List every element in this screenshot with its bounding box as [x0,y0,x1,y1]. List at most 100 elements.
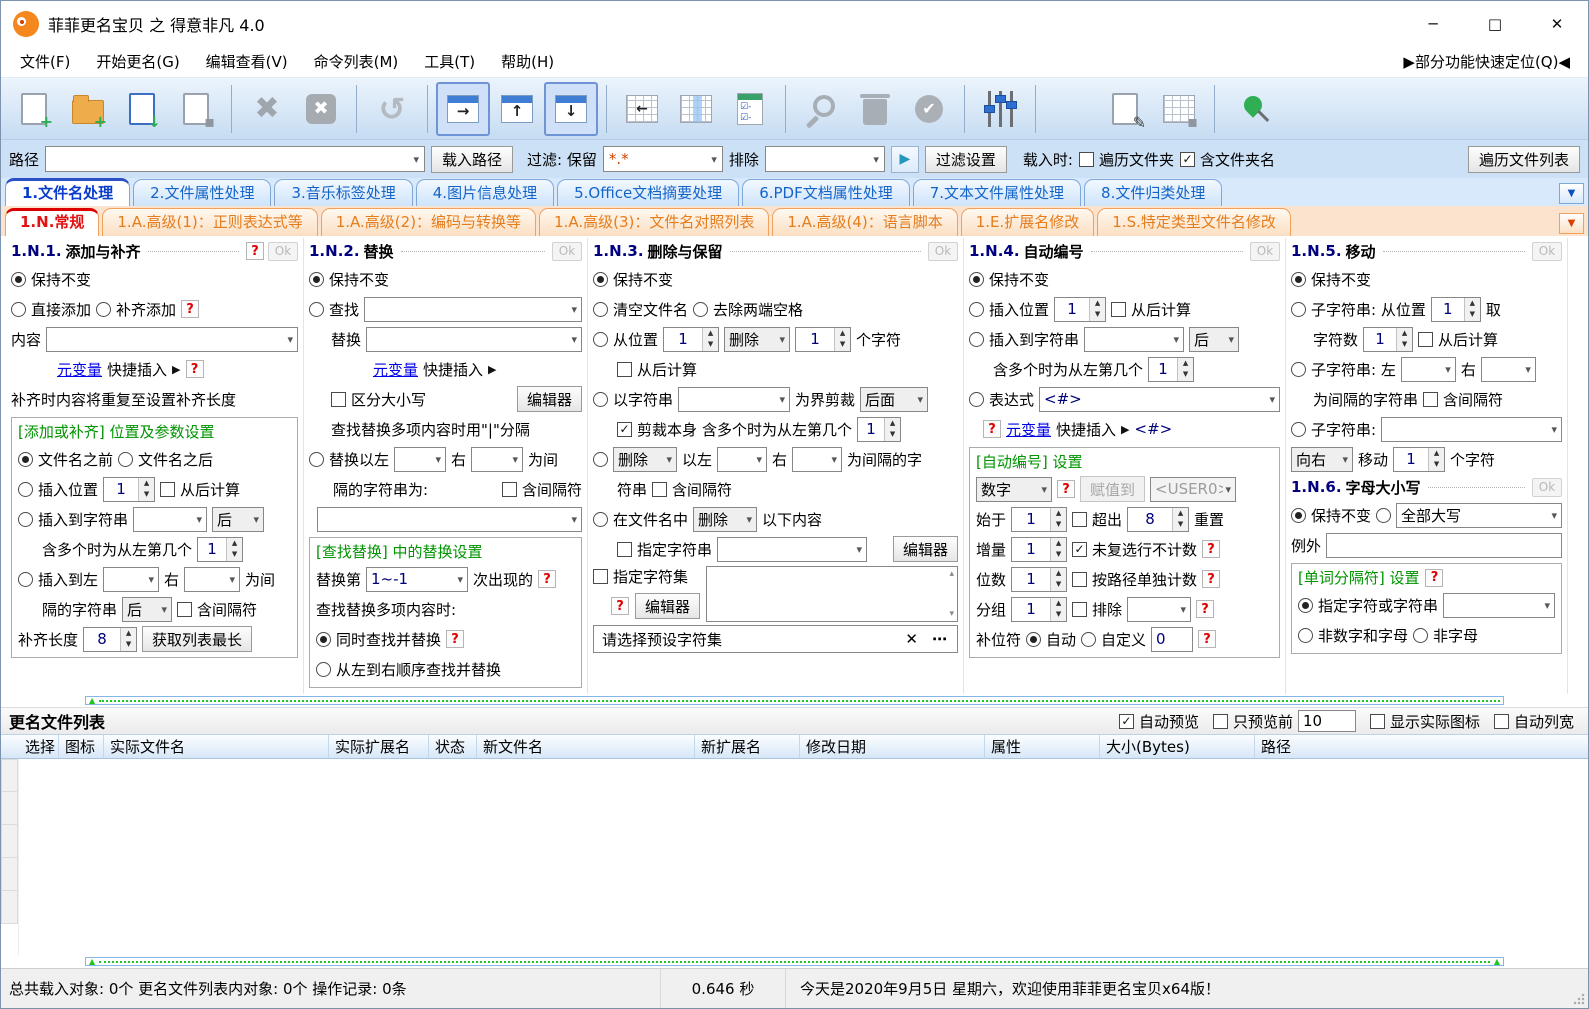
pin-icon[interactable] [1223,82,1277,136]
action-button[interactable]: 获取列表最长 [142,626,253,652]
spin-up-icon[interactable]: ▲ [139,478,154,490]
scroll-down-icon[interactable]: ▾ [949,609,954,619]
radio-option[interactable]: 插入到左 [18,569,98,590]
dropdown[interactable]: 删除 ▾ [724,326,791,352]
menu-item[interactable]: 帮助(H) [488,47,567,76]
radio-option[interactable]: 补齐添加 [96,299,176,320]
text-input[interactable] [1326,532,1562,558]
column-header[interactable]: 图标 [59,735,104,758]
menu-item[interactable]: 文件(F) [7,47,83,76]
radio-option[interactable]: 非字母 [1413,625,1478,646]
action-button[interactable]: 赋值到 [1080,476,1146,502]
spinner[interactable]: 1 ▲ ▼ [197,536,244,562]
spinner-arrows[interactable]: ▲ ▼ [834,327,851,351]
dropdown[interactable]: 删除 ▾ [693,506,758,532]
spinner-arrows[interactable]: ▲ ▼ [1050,537,1067,561]
radio-option[interactable]: 子字符串: 从位置 [1291,299,1426,320]
radio-option[interactable]: 自动 [1026,629,1076,650]
dropdown[interactable]: ▾ [103,566,160,592]
spinner-arrows[interactable]: ▲ ▼ [1428,447,1445,471]
charset-textarea[interactable]: ▴ ▾ [706,566,958,622]
radio-option[interactable]: 保持不变 [969,269,1049,290]
spin-down-icon[interactable]: ▼ [1429,459,1444,471]
preview-count-input[interactable]: 10 [1297,710,1356,732]
menu-item[interactable]: 命令列表(M) [301,47,412,76]
radio-option[interactable]: 文件名之前 [18,449,113,470]
spinner-arrows[interactable]: ▲ ▼ [226,537,243,561]
dropdown[interactable]: ▾ [364,296,582,322]
column-header[interactable]: 实际文件名 [104,735,329,758]
delete-files-icon[interactable] [848,82,902,136]
radio-option[interactable]: 替换以左 [309,449,389,470]
checkbox-option[interactable]: 区分大小写 [331,389,426,410]
spinner[interactable]: 8 ▲ ▼ [83,626,138,652]
checkbox-option[interactable]: 含间隔符 [652,479,732,500]
preview-first-checkbox[interactable]: 只预览前 [1212,711,1293,732]
add-folder-icon[interactable]: + [61,82,115,136]
spin-up-icon[interactable]: ▲ [703,328,718,340]
walk-folders-checkbox[interactable]: 遍历文件夹 [1078,149,1174,170]
spin-down-icon[interactable]: ▼ [703,339,718,351]
spinner[interactable]: 1 ▲ ▼ [1363,326,1414,352]
checkbox-option[interactable]: 从后计算 [1111,299,1191,320]
radio-option[interactable]: 从左到右顺序查找并替换 [316,659,501,680]
ok-button[interactable]: Ok [552,241,582,261]
spinner[interactable]: 1 ▲ ▼ [1393,446,1446,472]
radio-option[interactable]: 自定义 [1081,629,1146,650]
checkbox-option[interactable]: 指定字符串 [617,539,712,560]
dropdown[interactable]: ▾ [184,566,241,592]
tab-4[interactable]: 1.A.高级(3)：文件名对照列表 [539,208,770,236]
spin-up-icon[interactable]: ▲ [1465,298,1480,310]
spinner[interactable]: 1 ▲ ▼ [1011,506,1068,532]
tab-3[interactable]: 3.音乐标签处理 [274,179,413,206]
radio-option[interactable]: 保持不变 [1291,505,1371,526]
tab-2[interactable]: 2.文件属性处理 [133,179,272,206]
spin-up-icon[interactable]: ▲ [227,538,242,550]
close-button[interactable]: ✕ [1526,1,1588,46]
spin-down-icon[interactable]: ▼ [1465,309,1480,321]
rename-log-icon[interactable]: ✎ [1098,82,1152,136]
save-file-list-icon[interactable]: ▪ [169,82,223,136]
auto-preview-checkbox[interactable]: ✓ 自动预览 [1118,711,1199,732]
charset-checkbox[interactable]: 指定字符集 [593,566,700,587]
help-button[interactable]: ? [181,300,200,318]
spin-up-icon[interactable]: ▲ [1051,538,1066,550]
minimize-button[interactable]: ─ [1402,1,1464,46]
column-header[interactable]: 新扩展名 [695,735,800,758]
tab-2[interactable]: 1.A.高级(1)：正则表达式等 [102,208,318,236]
help-button[interactable]: ? [185,360,204,378]
radio-option[interactable]: 查找 [309,299,359,320]
column-header[interactable]: 实际扩展名 [329,735,429,758]
spinner[interactable]: 8 ▲ ▼ [1127,506,1190,532]
meta-variable-link[interactable]: 元变量 [373,359,418,380]
spinner-arrows[interactable]: ▲ ▼ [1050,507,1067,531]
menu-item[interactable]: 编辑查看(V) [193,47,301,76]
spinner-arrows[interactable]: ▲ ▼ [138,477,155,501]
tab-overflow-button[interactable]: ▼ [1559,213,1584,234]
help-button[interactable]: ? [446,630,465,648]
spin-up-icon[interactable]: ▲ [1051,508,1066,520]
checkbox-option[interactable]: ✓ 未复选行不计数 [1072,539,1197,560]
help-button[interactable]: ? [983,420,1001,438]
checkbox-option[interactable]: 从后计算 [617,359,697,380]
spin-up-icon[interactable]: ▲ [121,628,136,640]
spinner-arrows[interactable]: ▲ ▼ [1089,297,1106,321]
expand-arrow-icon[interactable]: ▶ [488,363,496,376]
dropdown[interactable]: ▾ [1443,592,1555,618]
spin-down-icon[interactable]: ▼ [1090,309,1105,321]
spin-down-icon[interactable]: ▼ [885,429,900,441]
radio-option[interactable]: 以字符串 [593,389,673,410]
radio-option[interactable] [1376,507,1392,523]
checkbox-option[interactable]: 含间隔符 [501,479,582,500]
tab-6[interactable]: 1.E.扩展名修改 [960,208,1095,236]
remove-item-icon[interactable]: ✖ [240,82,294,136]
dropdown[interactable]: 后面 ▾ [860,386,929,412]
maximize-button[interactable]: □ [1464,1,1526,46]
dropdown[interactable]: ▾ [717,536,868,562]
exclude-dropdown[interactable]: ▾ [764,146,885,172]
spin-up-icon[interactable]: ▲ [835,328,850,340]
splitter-top[interactable]: ▲ [1,694,1588,707]
checkbox-option[interactable]: 含间隔符 [1423,389,1503,410]
radio-option[interactable]: 清空文件名 [593,299,688,320]
tab-1[interactable]: 1.文件名处理 [5,178,131,206]
